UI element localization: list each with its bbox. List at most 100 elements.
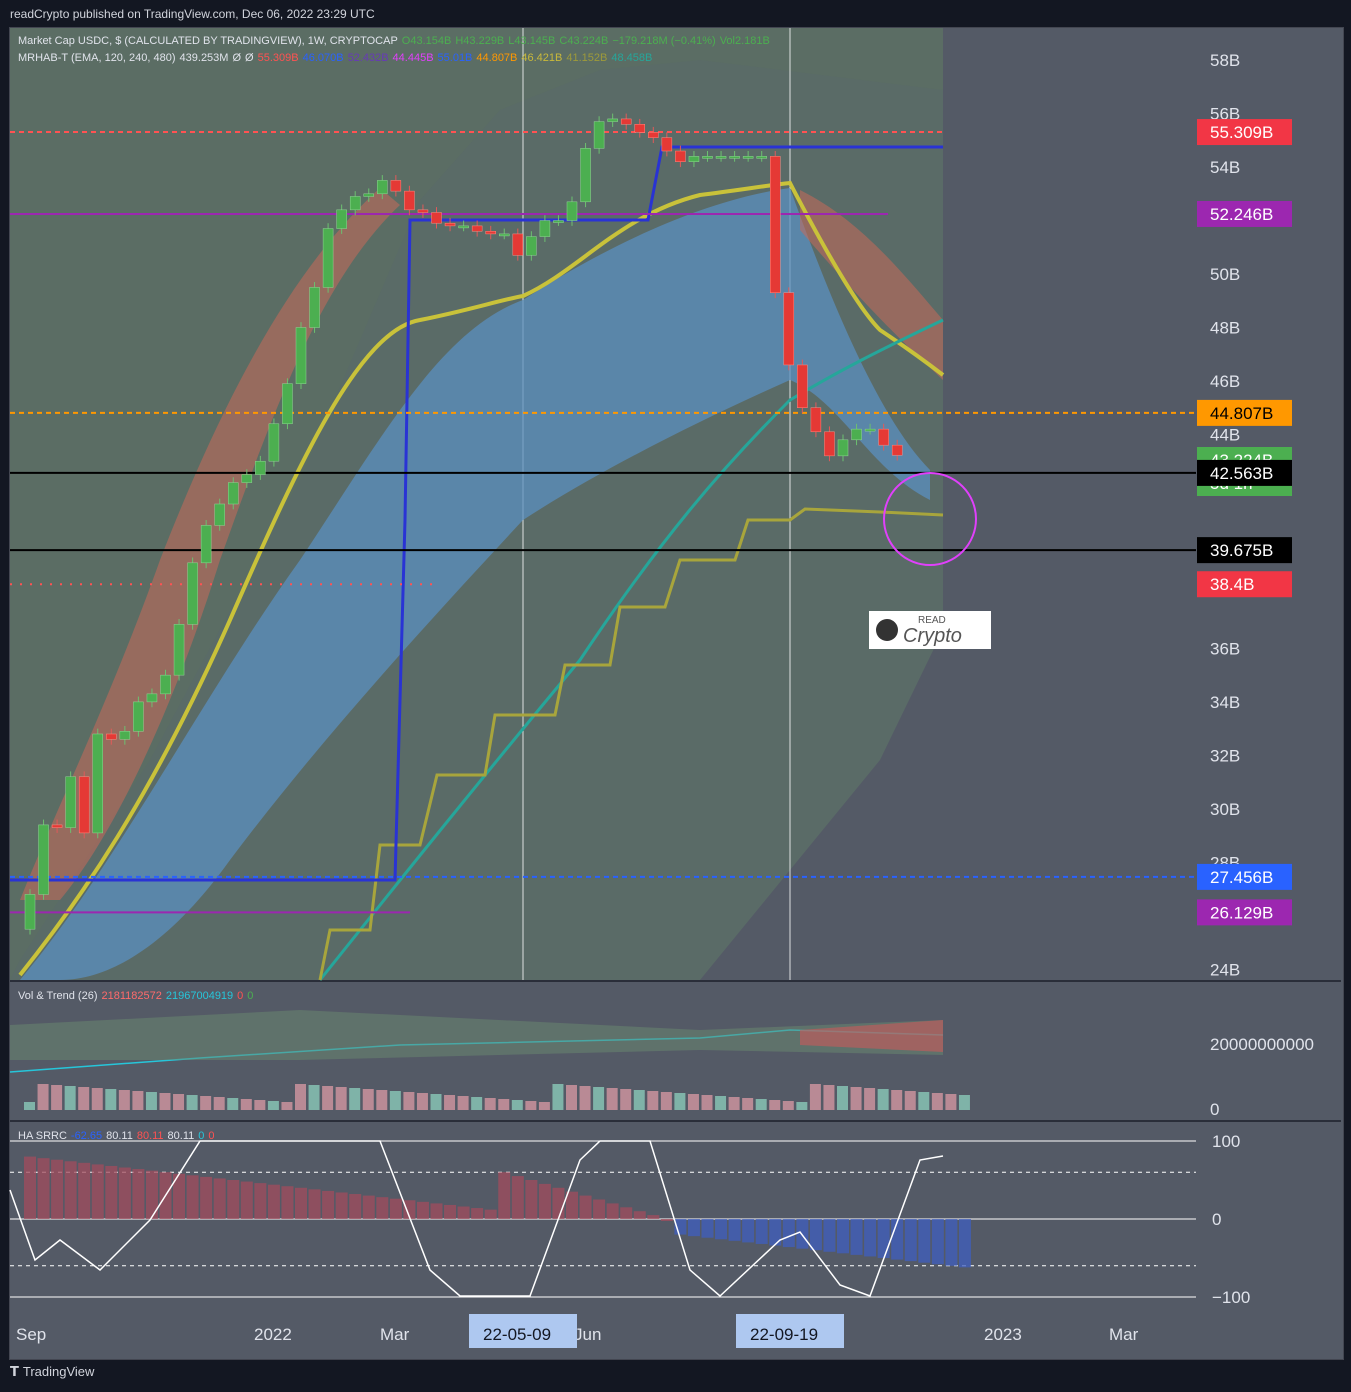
indicator-name[interactable]: MRHAB-T (EMA, 120, 240, 480) bbox=[18, 52, 176, 64]
candle-body bbox=[146, 693, 158, 703]
candle-body bbox=[675, 150, 686, 162]
y-tick-9: 32B bbox=[1210, 746, 1240, 765]
tradingview-logo-icon[interactable]: 𝗧 bbox=[10, 1364, 19, 1379]
volume-bar bbox=[308, 1085, 320, 1110]
x-highlight-label-0: 22-05-09 bbox=[483, 1325, 551, 1344]
volume-bar bbox=[538, 1102, 550, 1110]
candle-body bbox=[417, 209, 429, 213]
ha-bar bbox=[186, 1175, 199, 1219]
ha-bar bbox=[918, 1219, 931, 1263]
y-tick-0: 58B bbox=[1210, 51, 1240, 70]
ha-bar bbox=[593, 1199, 606, 1219]
ha-bar bbox=[24, 1156, 36, 1219]
volume-bar bbox=[118, 1090, 130, 1110]
volume-bar bbox=[64, 1086, 76, 1110]
candle-body bbox=[404, 190, 415, 211]
candle-body bbox=[607, 118, 618, 122]
volume-bar bbox=[593, 1087, 605, 1110]
volume-legend: Vol & Trend (26) 2181182572 21967004919 0 0 bbox=[18, 990, 257, 1002]
y-tick-12: 24B bbox=[1210, 960, 1240, 979]
candle-body bbox=[349, 196, 361, 211]
indicator-value-0: 55.309B bbox=[257, 52, 299, 64]
volume-bar bbox=[782, 1101, 794, 1110]
ha-value-a: -62.65 bbox=[70, 1130, 103, 1142]
x-tick-1: 2022 bbox=[254, 1325, 292, 1344]
ha-bar bbox=[823, 1219, 836, 1252]
indicator-value-5: 44.807B bbox=[476, 52, 518, 64]
ha-bar bbox=[416, 1201, 429, 1219]
candle-body bbox=[566, 201, 578, 221]
ha-bar bbox=[958, 1219, 971, 1268]
ha-bar bbox=[267, 1184, 280, 1219]
candle-body bbox=[580, 148, 591, 203]
volume-bar bbox=[403, 1092, 415, 1110]
candle-body bbox=[634, 124, 645, 133]
volume-bar bbox=[701, 1095, 713, 1110]
low-value: L43.145B bbox=[508, 35, 556, 47]
volume-bar bbox=[904, 1091, 916, 1110]
candle-body bbox=[702, 156, 713, 159]
volume-bar bbox=[850, 1087, 862, 1110]
candle-body bbox=[512, 233, 524, 256]
y-tick-2: 54B bbox=[1210, 158, 1240, 177]
ha-bar bbox=[904, 1219, 917, 1262]
chart-canvas[interactable]: READCrypto58B56B54B50B48B46B44B36B34B32B… bbox=[0, 0, 1351, 1392]
ha-bar bbox=[701, 1219, 714, 1238]
symbol-title[interactable]: Market Cap USDC, $ (CALCULATED BY TRADIN… bbox=[18, 35, 398, 47]
ha-indicator-name[interactable]: HA SRRC bbox=[18, 1130, 67, 1142]
ha-bar bbox=[552, 1187, 565, 1219]
volume-bar bbox=[755, 1099, 767, 1110]
ha-bar bbox=[687, 1219, 700, 1237]
volume-bar bbox=[633, 1090, 645, 1110]
ha-tick-1: 0 bbox=[1212, 1210, 1221, 1229]
indicator-value-8: 48.458B bbox=[611, 52, 653, 64]
candle-body bbox=[187, 562, 198, 625]
candle-body bbox=[539, 220, 551, 237]
candle-body bbox=[553, 220, 564, 223]
volume-bar bbox=[579, 1086, 591, 1110]
y-tick-3: 50B bbox=[1210, 265, 1240, 284]
candle-body bbox=[851, 428, 862, 441]
ha-legend: HA SRRC -62.65 80.11 80.11 80.11 0 0 bbox=[18, 1130, 219, 1142]
ha-bar bbox=[837, 1219, 849, 1254]
x-highlight-label-1: 22-09-19 bbox=[750, 1325, 818, 1344]
candle-body bbox=[715, 156, 727, 159]
vol-indicator-name[interactable]: Vol & Trend (26) bbox=[18, 990, 98, 1002]
candle-body bbox=[38, 824, 49, 895]
volume-bar bbox=[349, 1088, 361, 1110]
ha-bar bbox=[213, 1178, 226, 1219]
volume-bar bbox=[335, 1087, 347, 1110]
ha-bar bbox=[118, 1167, 131, 1219]
price-label-1: 52.246B bbox=[1210, 205, 1273, 224]
volume-bar bbox=[674, 1093, 686, 1110]
ha-bar bbox=[864, 1219, 877, 1257]
volume-bar bbox=[51, 1085, 63, 1110]
candle-body bbox=[65, 776, 76, 828]
volume-bar bbox=[864, 1088, 876, 1110]
indicator-value-7: 41.152B bbox=[566, 52, 608, 64]
volume-bar bbox=[145, 1092, 157, 1110]
ha-bar bbox=[728, 1219, 741, 1241]
candle-body bbox=[92, 733, 103, 834]
footer-brand[interactable]: TradingView bbox=[23, 1364, 95, 1379]
volume-bar bbox=[132, 1091, 144, 1110]
candle-body bbox=[864, 428, 876, 432]
candle-body bbox=[688, 156, 700, 162]
ha-bar bbox=[145, 1170, 158, 1219]
y-tick-4: 48B bbox=[1210, 319, 1240, 338]
ha-bar bbox=[471, 1208, 484, 1219]
indicator-v1: 439.253M bbox=[179, 52, 229, 64]
ha-bar bbox=[78, 1162, 91, 1219]
indicator-value-4: 55.01B bbox=[437, 52, 473, 64]
candle-body bbox=[661, 137, 673, 152]
volume-bar bbox=[24, 1102, 35, 1110]
candle-body bbox=[228, 482, 239, 505]
candle-body bbox=[173, 624, 185, 676]
ha-tick-2: −100 bbox=[1212, 1288, 1250, 1307]
volume-bar bbox=[186, 1095, 198, 1110]
candle-body bbox=[444, 222, 456, 227]
ha-bar bbox=[132, 1169, 145, 1219]
ha-bar bbox=[376, 1197, 389, 1219]
ha-bar bbox=[457, 1206, 470, 1219]
volume-bar bbox=[715, 1096, 727, 1110]
